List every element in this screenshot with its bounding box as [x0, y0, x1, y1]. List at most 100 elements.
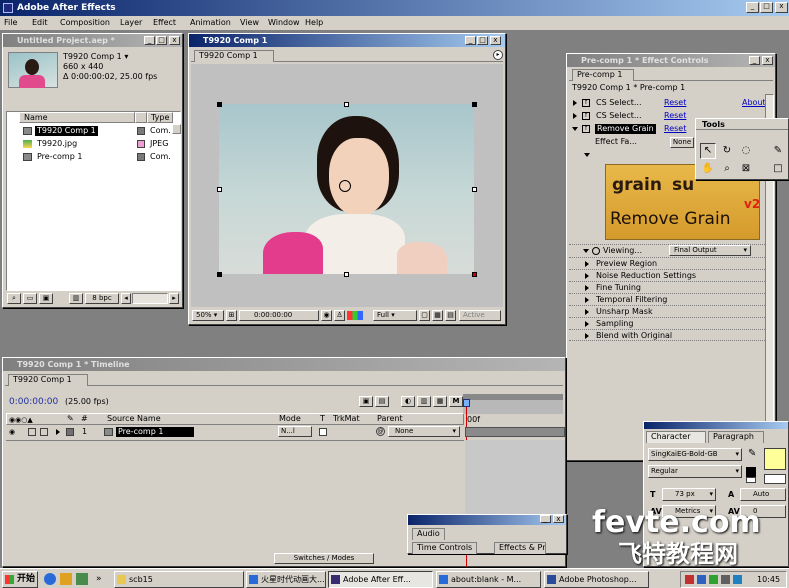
snapshot-icon[interactable]: ◉	[321, 310, 332, 321]
effect-group-0[interactable]: Preview Region	[569, 257, 773, 269]
viewing-dropdown[interactable]: Final Output ▾	[669, 245, 751, 256]
new-comp-icon[interactable]: ▣	[39, 293, 53, 304]
taskbar-more-icon[interactable]: »	[96, 574, 102, 584]
col-parent-header[interactable]: Parent	[377, 414, 403, 424]
selection-tool-icon[interactable]: ↖	[700, 143, 716, 159]
menu-effect[interactable]: Effect	[153, 18, 176, 28]
app-maximize-button[interactable]: □	[760, 2, 773, 13]
white-color-swatch[interactable]	[746, 477, 756, 483]
expand-arrow-icon[interactable]	[585, 297, 589, 303]
col-mode-header[interactable]: Mode	[279, 414, 301, 424]
transform-handle-tl[interactable]	[217, 102, 222, 107]
project-item-comp[interactable]: T9920 Comp 1 Com.	[7, 125, 171, 137]
comp-viewer[interactable]	[191, 64, 503, 307]
anchor-point-icon[interactable]	[339, 180, 351, 192]
project-item-jpg[interactable]: T9920.jpg JPEG	[7, 138, 171, 150]
stroke-color-swatch[interactable]	[764, 474, 786, 484]
menu-edit[interactable]: Edit	[32, 18, 48, 28]
region-of-interest-icon[interactable]: ▢	[419, 310, 430, 321]
eyedropper-icon[interactable]: ✎	[748, 448, 760, 460]
collapse-arrow-icon[interactable]	[583, 249, 589, 253]
project-minimize-button[interactable]: _	[144, 36, 155, 45]
effect-group-6[interactable]: Blend with Original	[569, 329, 773, 341]
expand-arrow-icon[interactable]	[585, 285, 589, 291]
menu-help[interactable]: Help	[305, 18, 323, 28]
bpc-button[interactable]: 8 bpc	[85, 293, 119, 304]
project-item-precomp[interactable]: Pre-comp 1 Com.	[7, 151, 171, 163]
app-minimize-button[interactable]: _	[746, 2, 759, 13]
stopwatch-icon[interactable]	[592, 247, 600, 255]
menu-view[interactable]: View	[240, 18, 259, 28]
tab-comp[interactable]: T9920 Comp 1	[194, 50, 274, 62]
layer-mode-dropdown[interactable]: N...l	[278, 426, 312, 437]
black-color-swatch[interactable]	[746, 467, 756, 477]
find-icon[interactable]: ⌕	[7, 293, 21, 304]
new-folder-icon[interactable]: ▭	[23, 293, 37, 304]
font-size-field[interactable]: 73 px ▾	[662, 488, 716, 501]
preserve-transparency-toggle[interactable]	[319, 428, 327, 436]
task-hxsd[interactable]: 火星时代动画大...	[246, 571, 326, 588]
menu-animation[interactable]: Animation	[190, 18, 231, 28]
collapse-arrow-icon[interactable]	[572, 127, 578, 131]
tab-paragraph[interactable]: Paragraph	[708, 431, 764, 443]
show-snapshot-icon[interactable]: ♙	[334, 310, 345, 321]
collapse-arrow-icon[interactable]	[584, 153, 590, 157]
effects-minimize-button[interactable]: _	[749, 56, 760, 65]
fx-toggle-icon[interactable]: f	[582, 99, 590, 107]
app-close-button[interactable]: x	[775, 2, 788, 13]
layer-source-name[interactable]: Pre-comp 1	[116, 427, 194, 437]
comp-maximize-button[interactable]: □	[477, 36, 488, 45]
quicklaunch-media-icon[interactable]	[60, 573, 72, 585]
pixel-aspect-icon[interactable]: ▤	[445, 310, 456, 321]
effect-group-3[interactable]: Temporal Filtering	[569, 293, 773, 305]
col-trkmat-header[interactable]: TrkMat	[333, 414, 360, 424]
effects-close-button[interactable]: x	[762, 56, 773, 65]
live-update-icon[interactable]: ▤	[375, 396, 389, 407]
draft-3d-icon[interactable]: ◐	[401, 396, 415, 407]
switches-modes-toggle[interactable]: Switches / Modes	[274, 553, 374, 564]
timeline-timecode[interactable]: 0:00:00:00	[9, 397, 58, 407]
effect-reset-link[interactable]: Reset	[664, 111, 686, 121]
pan-behind-tool-icon[interactable]: ⊠	[738, 161, 754, 177]
fx-toggle-icon[interactable]: f	[582, 125, 590, 133]
project-hscroll-track[interactable]	[132, 293, 168, 304]
scroll-left-button[interactable]: ◂	[121, 293, 131, 304]
rotation-tool-icon[interactable]: ↻	[719, 143, 735, 159]
project-maximize-button[interactable]: □	[156, 36, 167, 45]
layer-duration-bar[interactable]	[465, 427, 565, 437]
comp-image[interactable]	[219, 104, 474, 274]
comp-close-button[interactable]: x	[490, 36, 501, 45]
expand-arrow-icon[interactable]	[573, 100, 577, 106]
tab-precomp[interactable]: Pre-comp 1	[572, 69, 634, 81]
comp-minimize-button[interactable]: _	[465, 36, 476, 45]
effect-fa-none-button[interactable]: None	[670, 137, 694, 148]
tab-time-controls[interactable]: Time Controls	[412, 542, 478, 554]
effect-about-link[interactable]: About	[742, 98, 766, 108]
expand-arrow-icon[interactable]	[585, 261, 589, 267]
expand-arrow-icon[interactable]	[585, 321, 589, 327]
expand-arrow-icon[interactable]	[585, 309, 589, 315]
col-source-header[interactable]: Source Name	[107, 414, 161, 424]
tray-icon[interactable]	[709, 575, 718, 584]
frame-blend-icon[interactable]: ▥	[417, 396, 431, 407]
safe-zones-icon[interactable]: ⊞	[226, 310, 237, 321]
menu-layer[interactable]: Layer	[120, 18, 142, 28]
transform-handle-br[interactable]	[472, 272, 477, 277]
task-after-effects[interactable]: Adobe After Eff...	[328, 571, 433, 588]
effect-row-cs-select-1[interactable]: f CS Select... Reset About	[569, 97, 773, 109]
tray-icon[interactable]	[733, 575, 742, 584]
tab-audio[interactable]: Audio	[412, 528, 445, 540]
transform-handle-tr[interactable]	[472, 102, 477, 107]
start-button[interactable]: 开始	[2, 571, 38, 588]
layer-expand-arrow-icon[interactable]	[56, 429, 60, 435]
time-ruler[interactable]	[463, 394, 563, 567]
motion-blur-icon[interactable]: ▦	[433, 396, 447, 407]
hand-tool-icon[interactable]: ✋	[700, 161, 716, 177]
project-list-scroll-up[interactable]	[172, 124, 181, 134]
layer-parent-dropdown[interactable]: None ▾	[388, 426, 460, 437]
tray-icon[interactable]	[697, 575, 706, 584]
viewing-row[interactable]: Viewing... Final Output ▾	[569, 244, 773, 256]
zoom-dropdown[interactable]: 50% ▾	[192, 310, 224, 321]
col-name-header[interactable]: Name	[19, 112, 135, 123]
work-area-bar[interactable]	[463, 394, 563, 400]
